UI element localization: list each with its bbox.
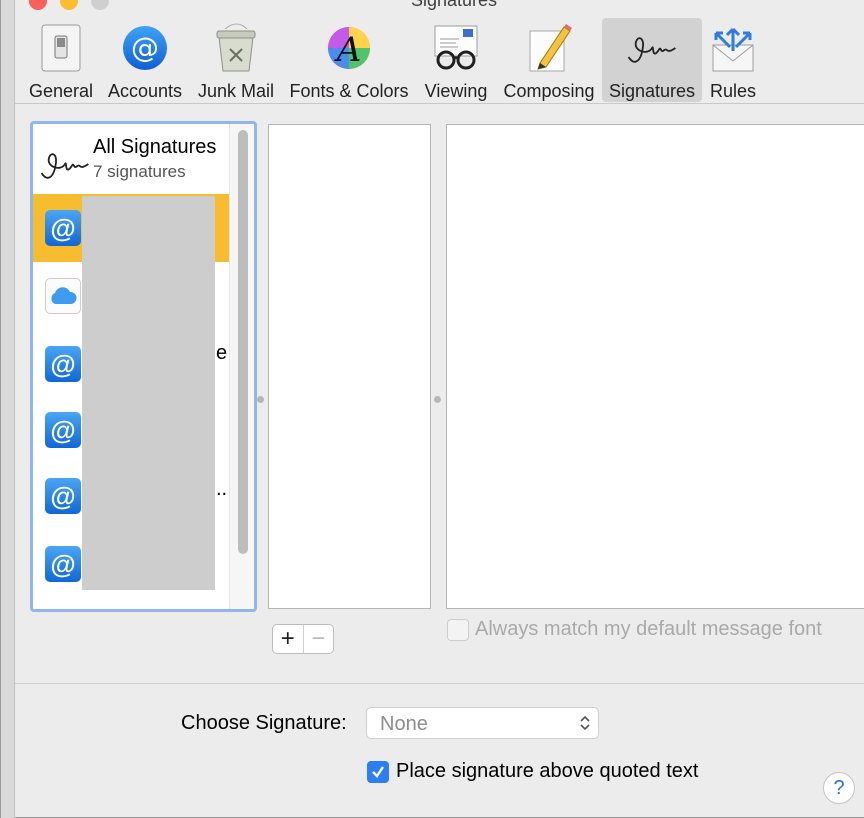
icloud-icon <box>45 278 81 314</box>
split-handle[interactable] <box>434 396 441 403</box>
all-signatures-title: All Signatures <box>93 136 217 158</box>
choose-signature-label: Choose Signature: <box>181 712 347 734</box>
place-above-label: Place signature above quoted text <box>396 760 699 782</box>
all-signatures-item[interactable]: All Signatures 7 signatures <box>33 124 229 194</box>
place-above-checkbox[interactable] <box>367 761 389 783</box>
split-handle[interactable] <box>257 396 264 403</box>
svg-text:A: A <box>334 30 362 70</box>
signature-icon <box>40 153 89 179</box>
signature-count: 7 signatures <box>93 162 186 181</box>
at-sign-icon: @ <box>45 546 81 582</box>
minimize-window-button[interactable] <box>60 0 78 10</box>
pencil-paper-icon <box>522 22 576 74</box>
match-font-label: Always match my default message font <box>475 618 822 640</box>
title-bar: Signatures <box>15 0 864 12</box>
color-font-icon: A <box>322 22 376 74</box>
tab-junk-mail-label: Junk Mail <box>197 81 275 101</box>
preferences-toolbar: General @ Accounts Junk Mail A Fonts & C… <box>15 14 864 104</box>
account-name-tail: .. <box>216 478 228 500</box>
tab-junk-mail[interactable]: Junk Mail <box>193 18 279 102</box>
at-sign-icon: @ <box>45 478 81 514</box>
switch-icon <box>34 22 88 74</box>
updown-chevron-icon <box>580 715 590 731</box>
close-window-button[interactable] <box>29 0 47 10</box>
tab-fonts-colors-label: Fonts & Colors <box>289 81 409 101</box>
choose-signature-select[interactable]: None <box>366 707 599 739</box>
tab-rules[interactable]: Rules <box>705 18 761 102</box>
tab-signatures[interactable]: Signatures <box>602 18 702 102</box>
choose-signature-value: None <box>380 713 428 735</box>
tab-signatures-label: Signatures <box>608 81 696 101</box>
at-sign-icon: @ <box>45 412 81 448</box>
at-sign-icon: @ <box>45 346 81 382</box>
window-title: Signatures <box>411 0 498 10</box>
divider <box>15 683 864 684</box>
tab-viewing[interactable]: Viewing <box>419 18 493 102</box>
signature-icon <box>625 22 679 74</box>
signature-list-pane[interactable] <box>268 124 431 609</box>
tab-composing-label: Composing <box>503 81 595 101</box>
zoom-window-button[interactable] <box>91 0 109 10</box>
tab-accounts[interactable]: @ Accounts <box>103 18 187 102</box>
add-remove-control: + − <box>272 624 334 654</box>
add-signature-button[interactable]: + <box>273 625 304 653</box>
accounts-list[interactable]: All Signatures 7 signatures @ @ e @ @ ..… <box>30 121 257 612</box>
tab-composing[interactable]: Composing <box>499 18 599 102</box>
preferences-window: Signatures General @ Accounts Junk Mail … <box>0 0 864 818</box>
tab-general-label: General <box>28 81 94 101</box>
accounts-scrollbar[interactable] <box>229 124 254 609</box>
at-sign-icon: @ <box>45 210 81 246</box>
match-font-checkbox[interactable] <box>447 619 469 641</box>
glasses-envelope-icon <box>429 22 483 74</box>
window-left-edge <box>1 0 15 818</box>
at-sign-icon: @ <box>118 22 172 74</box>
help-button[interactable]: ? <box>823 772 855 804</box>
tab-rules-label: Rules <box>709 81 757 101</box>
tab-fonts-colors[interactable]: A Fonts & Colors <box>285 18 413 102</box>
tab-general[interactable]: General <box>25 18 97 102</box>
trash-can-icon <box>209 22 263 74</box>
account-name-tail: e <box>216 342 228 364</box>
scrollbar-thumb[interactable] <box>238 130 248 554</box>
signature-editor-pane[interactable] <box>446 124 864 609</box>
envelope-arrows-icon <box>706 22 760 74</box>
remove-signature-button[interactable]: − <box>304 625 334 653</box>
svg-text:@: @ <box>131 31 159 64</box>
tab-viewing-label: Viewing <box>424 81 488 101</box>
checkmark-icon <box>372 766 384 778</box>
tab-accounts-label: Accounts <box>107 81 183 101</box>
redacted-account-names <box>82 196 215 590</box>
